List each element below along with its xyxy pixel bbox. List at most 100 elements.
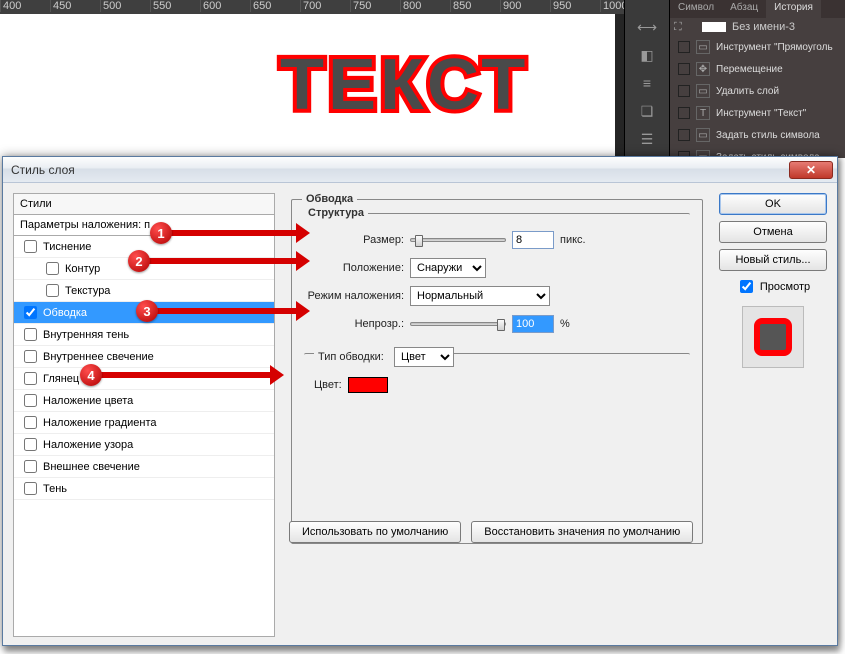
style-checkbox[interactable] xyxy=(24,438,37,451)
history-step-icon: ✥ xyxy=(696,62,710,76)
tab-paragraph[interactable]: Абзац xyxy=(722,0,766,18)
history-toggle[interactable] xyxy=(678,85,690,97)
history-toggle[interactable] xyxy=(678,41,690,53)
tool-icon[interactable]: ❏ xyxy=(633,102,661,124)
structure-fieldset: Структура Размер: пикс. Положение: Снару… xyxy=(304,207,690,341)
style-label: Обводка xyxy=(43,307,87,319)
cancel-button[interactable]: Отмена xyxy=(719,221,827,243)
annotation-bubble-3: 3 xyxy=(136,300,158,322)
size-input[interactable] xyxy=(512,231,554,249)
fill-type-select[interactable]: Цвет xyxy=(394,347,454,367)
preview-thumb-inner xyxy=(754,318,792,356)
style-list-item[interactable]: Наложение цвета xyxy=(14,390,274,412)
style-preview-thumb xyxy=(742,306,804,368)
history-step-label: Инструмент "Прямоуголь xyxy=(716,42,833,53)
style-checkbox[interactable] xyxy=(46,284,59,297)
style-label: Внутреннее свечение xyxy=(43,351,154,363)
doc-name: Без имени-3 xyxy=(732,21,795,33)
size-slider[interactable] xyxy=(410,238,506,242)
style-label: Тень xyxy=(43,483,67,495)
opacity-slider[interactable] xyxy=(410,322,506,326)
history-toggle[interactable] xyxy=(678,129,690,141)
style-checkbox[interactable] xyxy=(24,460,37,473)
preview-label: Просмотр xyxy=(760,281,810,293)
color-label: Цвет: xyxy=(314,379,348,391)
style-label: Глянец xyxy=(43,373,79,385)
style-label: Внутренняя тень xyxy=(43,329,129,341)
history-item[interactable]: ▭ Инструмент "Прямоуголь xyxy=(670,36,845,58)
make-default-button[interactable]: Использовать по умолчанию xyxy=(289,521,461,543)
vertical-toolbar: ⟷ ◧ ≡ ❏ ☰ xyxy=(624,0,670,158)
blend-row: Режим наложения: Нормальный xyxy=(304,285,690,307)
blend-select[interactable]: Нормальный xyxy=(410,286,550,306)
history-step-label: Задать стиль символа xyxy=(716,130,820,141)
tool-icon[interactable]: ⟷ xyxy=(633,18,661,40)
annotation-arrow xyxy=(168,230,306,236)
stroke-settings: Обводка Структура Размер: пикс. Положени… xyxy=(289,193,705,533)
size-unit: пикс. xyxy=(560,234,586,246)
stroke-legend: Обводка xyxy=(302,193,357,205)
tool-icon[interactable]: ≡ xyxy=(633,74,661,96)
style-list-item[interactable]: Наложение градиента xyxy=(14,412,274,434)
style-list-item[interactable]: Текстура xyxy=(14,280,274,302)
position-row: Положение: Снаружи xyxy=(304,257,690,279)
history-step-label: Удалить слой xyxy=(716,86,779,97)
history-item[interactable]: TИнструмент "Текст" xyxy=(670,102,845,124)
style-checkbox[interactable] xyxy=(24,350,37,363)
opacity-unit: % xyxy=(560,318,570,330)
style-checkbox[interactable] xyxy=(24,372,37,385)
canvas-text: ТЕКСТ xyxy=(280,44,529,126)
color-swatch[interactable] xyxy=(348,377,388,393)
style-checkbox[interactable] xyxy=(24,394,37,407)
panel-tabs: Символ Абзац История xyxy=(670,0,845,18)
style-list-item[interactable]: Внутренняя тень xyxy=(14,324,274,346)
annotation-bubble-2: 2 xyxy=(128,250,150,272)
style-list-item[interactable]: Внешнее свечение xyxy=(14,456,274,478)
tab-symbol[interactable]: Символ xyxy=(670,0,722,18)
fill-type-fieldset: Тип обводки: Цвет Цвет: xyxy=(304,353,690,529)
brush-icon: ⛶ xyxy=(674,21,686,33)
dialog-action-buttons: OK Отмена Новый стиль... Просмотр xyxy=(719,193,827,368)
tool-icon[interactable]: ◧ xyxy=(633,46,661,68)
history-step-label: Инструмент "Текст" xyxy=(716,108,806,119)
new-style-button[interactable]: Новый стиль... xyxy=(719,249,827,271)
style-checkbox[interactable] xyxy=(24,328,37,341)
history-toggle[interactable] xyxy=(678,63,690,75)
annotation-arrow xyxy=(148,258,306,264)
preview-checkbox-row[interactable]: Просмотр xyxy=(719,277,827,296)
stroke-fieldset: Обводка Структура Размер: пикс. Положени… xyxy=(291,193,703,544)
history-item[interactable]: ▭Удалить слой xyxy=(670,80,845,102)
close-button[interactable]: ✕ xyxy=(789,161,833,179)
annotation-arrow xyxy=(156,308,306,314)
structure-legend: Структура xyxy=(304,207,368,219)
tool-icon[interactable]: ☰ xyxy=(633,130,661,152)
style-list-item[interactable]: Тень xyxy=(14,478,274,500)
tab-history[interactable]: История xyxy=(766,0,821,18)
history-panel: Символ Абзац История ⛶ Без имени-3 ▭ Инст… xyxy=(670,0,845,158)
style-checkbox[interactable] xyxy=(24,416,37,429)
style-checkbox[interactable] xyxy=(46,262,59,275)
doc-swatch xyxy=(702,22,726,32)
reset-default-button[interactable]: Восстановить значения по умолчанию xyxy=(471,521,693,543)
style-checkbox[interactable] xyxy=(24,240,37,253)
opacity-input[interactable] xyxy=(512,315,554,333)
history-item[interactable]: ✥Перемещение xyxy=(670,58,845,80)
fill-type-label: Тип обводки: xyxy=(314,351,394,363)
annotation-bubble-4: 4 xyxy=(80,364,102,386)
style-label: Наложение цвета xyxy=(43,395,133,407)
history-item[interactable]: ▭ Задать стиль символа xyxy=(670,124,845,146)
styles-header[interactable]: Стили xyxy=(14,194,274,215)
preview-checkbox[interactable] xyxy=(740,280,753,293)
history-step-icon: ▭ xyxy=(696,128,710,142)
history-toggle[interactable] xyxy=(678,107,690,119)
style-checkbox[interactable] xyxy=(24,306,37,319)
size-row: Размер: пикс. xyxy=(304,229,690,251)
style-list-item[interactable]: Наложение узора xyxy=(14,434,274,456)
style-label: Контур xyxy=(65,263,100,275)
ok-button[interactable]: OK xyxy=(719,193,827,215)
style-list-item[interactable]: Внутреннее свечение xyxy=(14,346,274,368)
style-checkbox[interactable] xyxy=(24,482,37,495)
position-select[interactable]: Снаружи xyxy=(410,258,486,278)
history-step-icon: ▭ xyxy=(696,40,710,54)
titlebar: Стиль слоя ✕ xyxy=(3,157,837,183)
